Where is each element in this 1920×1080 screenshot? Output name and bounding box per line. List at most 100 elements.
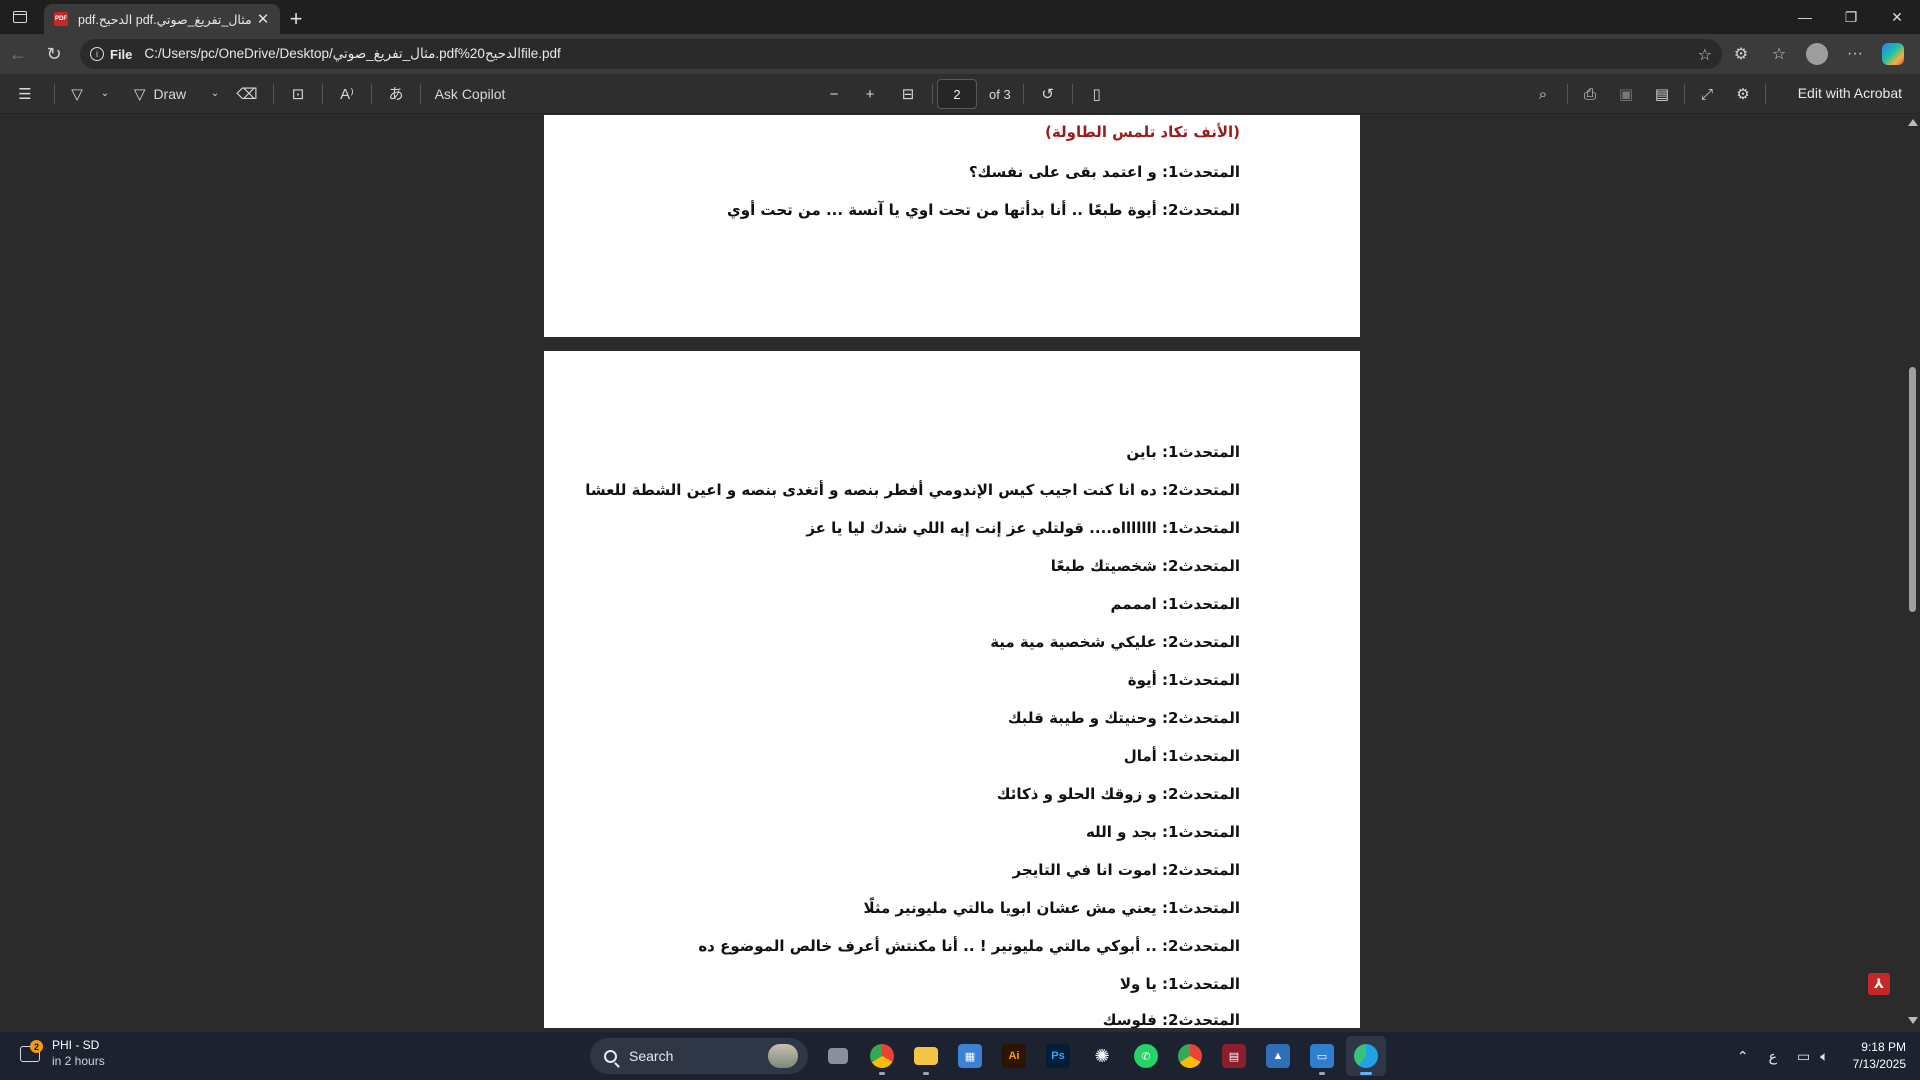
pdf-viewer: (الأنف تكاد تلمس الطاولة) المتحدث1: و اع… bbox=[0, 115, 1920, 1028]
address-bar: ← ↻ i File C:/Users/pc/OneDrive/Desktop/… bbox=[0, 34, 1920, 74]
zoom-in-icon[interactable]: + bbox=[852, 78, 888, 110]
separator bbox=[322, 83, 323, 104]
clock[interactable]: 9:18 PM 7/13/2025 bbox=[1853, 1039, 1906, 1073]
close-window-icon[interactable]: ✕ bbox=[1874, 0, 1920, 34]
separator bbox=[1567, 84, 1568, 104]
dialogue-line: المتحدث2: اموت انا في التايجر bbox=[1012, 861, 1240, 879]
taskbar-search[interactable]: Search bbox=[590, 1038, 808, 1074]
ask-copilot-button[interactable]: Ask Copilot bbox=[425, 78, 515, 110]
tab-actions-icon[interactable] bbox=[0, 0, 40, 34]
draw-button[interactable]: ▽ Draw bbox=[115, 78, 205, 110]
fullscreen-icon[interactable]: ⤢ bbox=[1689, 78, 1725, 110]
fit-page-icon[interactable]: ⊟ bbox=[888, 78, 928, 110]
whatsapp-app[interactable]: ✆ bbox=[1126, 1036, 1166, 1076]
favorite-star-icon[interactable]: ☆ bbox=[1698, 45, 1712, 65]
language-indicator[interactable]: ع bbox=[1769, 1048, 1777, 1065]
widget-subtitle: in 2 hours bbox=[52, 1054, 105, 1068]
url-field[interactable]: i File C:/Users/pc/OneDrive/Desktop/مثال… bbox=[80, 39, 1722, 69]
store-icon: ▦ bbox=[958, 1044, 982, 1068]
favorites-icon[interactable]: ☆ bbox=[1760, 36, 1798, 72]
new-tab-button[interactable]: + bbox=[280, 4, 312, 34]
settings-gear-icon[interactable]: ⚙ bbox=[1725, 78, 1761, 110]
dialogue-line: المتحدث1: بجد و الله bbox=[1085, 823, 1240, 841]
edge-app[interactable] bbox=[1346, 1036, 1386, 1076]
illustrator-app[interactable]: Ai bbox=[994, 1036, 1034, 1076]
network-icon[interactable]: ▭ bbox=[1797, 1048, 1810, 1065]
tab-active[interactable]: PDF مثال_تفريغ_صوتي.pdf الدحيح.pdf ✕ bbox=[44, 4, 280, 34]
read-aloud-icon[interactable]: A⁾ bbox=[327, 78, 367, 110]
taskbar: 2 PHI - SD in 2 hours Search ▦ Ai Ps ✺ ✆… bbox=[0, 1032, 1920, 1080]
page-view-icon[interactable]: ▯ bbox=[1077, 78, 1117, 110]
separator bbox=[1071, 84, 1073, 104]
chevron-up-icon[interactable]: ⌃ bbox=[1737, 1048, 1749, 1065]
page-number-input[interactable]: 2 bbox=[937, 79, 977, 109]
profile-avatar[interactable] bbox=[1798, 36, 1836, 72]
weather-widget[interactable]: 2 PHI - SD in 2 hours bbox=[18, 1038, 105, 1068]
acrobat-icon[interactable]: ⅄ bbox=[1868, 973, 1890, 995]
calendar-icon: 2 bbox=[18, 1040, 44, 1066]
save-as-icon[interactable]: ▤ bbox=[1644, 78, 1680, 110]
dialogue-line: المتحدث1: أمال bbox=[1123, 747, 1240, 765]
url-text: C:/Users/pc/OneDrive/Desktop/مثال_تفريغ_… bbox=[144, 46, 561, 61]
dialogue-line: المتحدث2: عليكي شخصية مية مية bbox=[990, 633, 1240, 651]
copilot-icon[interactable] bbox=[1874, 36, 1912, 72]
zoom-out-icon[interactable]: − bbox=[816, 78, 852, 110]
search-highlight-icon bbox=[768, 1044, 798, 1068]
info-icon[interactable]: i bbox=[90, 47, 104, 61]
draw-dropdown-icon[interactable]: ⌄ bbox=[205, 78, 225, 110]
more-menu-icon[interactable]: ··· bbox=[1836, 36, 1874, 72]
store-app[interactable]: ▦ bbox=[950, 1036, 990, 1076]
notification-badge: 2 bbox=[30, 1040, 43, 1053]
pdf-toolbar: ☰ ▽ ⌄ ▽ Draw ⌄ ⌫ ⊡ A⁾ あ Ask Copilot − + ⊟… bbox=[0, 74, 1920, 114]
separator bbox=[932, 84, 933, 104]
chatgpt-app[interactable]: ✺ bbox=[1082, 1036, 1122, 1076]
refresh-icon[interactable]: ↻ bbox=[36, 36, 72, 72]
vertical-scrollbar[interactable] bbox=[1904, 115, 1920, 1028]
extensions-icon[interactable]: ⚙ bbox=[1722, 36, 1760, 72]
winrar-app[interactable]: ▤ bbox=[1214, 1036, 1254, 1076]
pdf-page-1: (الأنف تكاد تلمس الطاولة) المتحدث1: و اع… bbox=[544, 115, 1360, 337]
scrollbar-thumb[interactable] bbox=[1909, 367, 1916, 612]
eraser-icon[interactable]: ⌫ bbox=[225, 78, 269, 110]
contents-list-icon[interactable]: ☰ bbox=[0, 78, 50, 110]
rotate-icon[interactable]: ↺ bbox=[1028, 78, 1068, 110]
task-view-button[interactable] bbox=[818, 1036, 858, 1076]
volume-icon[interactable]: 🔈︎ bbox=[1820, 1048, 1828, 1065]
remote-app[interactable]: ▭ bbox=[1302, 1036, 1342, 1076]
text-box-icon[interactable]: ⊡ bbox=[278, 78, 318, 110]
file-explorer-app[interactable] bbox=[906, 1036, 946, 1076]
minimize-icon[interactable]: — bbox=[1782, 0, 1828, 34]
dialogue-line: المتحدث1: اااااااه.... قولتلي عز إنت إيه… bbox=[806, 519, 1240, 537]
search-icon[interactable]: ⌕ bbox=[1523, 78, 1563, 110]
edit-with-acrobat-button[interactable]: Edit with Acrobat bbox=[1798, 85, 1902, 101]
clock-date: 7/13/2025 bbox=[1852, 1057, 1906, 1071]
pdf-page-2: المتحدث1: باين المتحدث2: ده انا كنت اجيب… bbox=[544, 351, 1360, 1028]
scroll-up-icon[interactable] bbox=[1908, 119, 1918, 126]
start-button[interactable] bbox=[546, 1036, 586, 1076]
scroll-down-icon[interactable] bbox=[1908, 1017, 1918, 1024]
ask-copilot-label: Ask Copilot bbox=[434, 85, 506, 102]
winrar-icon: ▤ bbox=[1222, 1044, 1246, 1068]
dialogue-line: المتحدث1: باين bbox=[1126, 443, 1240, 461]
highlight-dropdown-icon[interactable]: ⌄ bbox=[95, 78, 115, 110]
translate-icon[interactable]: あ bbox=[376, 78, 416, 110]
widget-title: PHI - SD bbox=[52, 1038, 100, 1052]
dialogue-line: المتحدث1: امممم bbox=[1110, 595, 1240, 613]
back-icon[interactable]: ← bbox=[0, 36, 36, 72]
separator bbox=[1022, 84, 1024, 104]
dialogue-line: المتحدث1: و اعتمد بقى على نفسك؟ bbox=[968, 163, 1240, 181]
dialogue-line: المتحدث1: يا ولا bbox=[1119, 975, 1240, 993]
edge-icon bbox=[1354, 1044, 1378, 1068]
dialogue-line: المتحدث2: وحنيتك و طيبة قلبك bbox=[1007, 709, 1240, 727]
highlight-icon[interactable]: ▽ bbox=[59, 78, 95, 110]
photos-app[interactable]: ▲ bbox=[1258, 1036, 1298, 1076]
chrome-profile-app[interactable] bbox=[1170, 1036, 1210, 1076]
close-tab-icon[interactable]: ✕ bbox=[254, 10, 272, 28]
chrome-app[interactable] bbox=[862, 1036, 902, 1076]
save-icon[interactable]: ▣ bbox=[1608, 78, 1644, 110]
search-label: Search bbox=[629, 1048, 674, 1064]
print-icon[interactable]: ⎙ bbox=[1572, 78, 1608, 110]
restore-icon[interactable]: ❐ bbox=[1828, 0, 1874, 34]
photoshop-app[interactable]: Ps bbox=[1038, 1036, 1078, 1076]
pdf-file-icon: PDF bbox=[54, 12, 68, 26]
